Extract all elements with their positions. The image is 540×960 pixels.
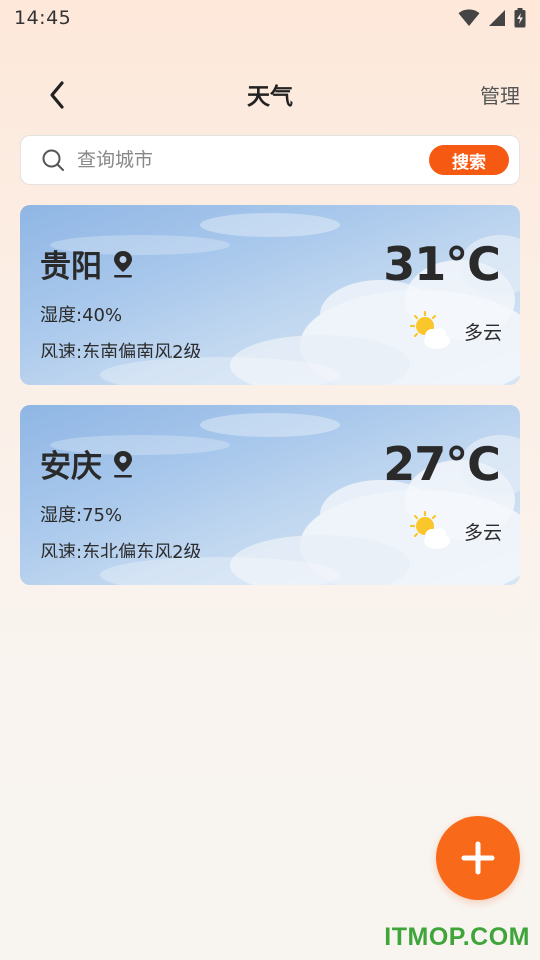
add-city-button[interactable] bbox=[436, 816, 520, 900]
temperature: 31℃ bbox=[383, 237, 501, 291]
wind-speed: 风速: 东北偏东风2级 bbox=[40, 538, 202, 558]
status-bar: 14:45 bbox=[0, 0, 540, 36]
wind-label: 风速: bbox=[40, 342, 83, 358]
humidity: 湿度:75% bbox=[40, 501, 122, 527]
status-time: 14:45 bbox=[14, 7, 72, 29]
weather-condition: 多云 bbox=[409, 511, 502, 551]
partly-cloudy-icon bbox=[409, 511, 450, 549]
location-pin-icon bbox=[114, 250, 132, 277]
plus-icon bbox=[461, 841, 495, 875]
manage-button[interactable]: 管理 bbox=[480, 80, 520, 109]
signal-icon bbox=[489, 10, 505, 26]
search-input[interactable] bbox=[77, 149, 429, 171]
weather-condition: 多云 bbox=[409, 311, 502, 351]
humidity-label: 湿度: bbox=[40, 505, 83, 526]
city-title-row: 安庆 bbox=[40, 441, 136, 486]
chevron-left-icon bbox=[50, 81, 64, 109]
watermark: ITMOP.COM bbox=[384, 923, 530, 951]
city-card[interactable]: 贵阳 湿度:40% 风速: 东南偏南风2级 31℃ 多云 bbox=[20, 205, 520, 385]
page-title: 天气 bbox=[247, 84, 293, 110]
location-pin-icon bbox=[114, 450, 132, 477]
wind-label: 风速: bbox=[40, 542, 83, 558]
humidity: 湿度:40% bbox=[40, 301, 122, 327]
wind-value: 东北偏东风2级 bbox=[82, 542, 202, 558]
humidity-value: 40% bbox=[82, 305, 123, 326]
wind-value: 东南偏南风2级 bbox=[82, 342, 202, 358]
app-header: 天气 管理 bbox=[0, 68, 540, 120]
humidity-value: 75% bbox=[82, 505, 123, 526]
search-icon bbox=[42, 149, 64, 171]
temperature: 27℃ bbox=[383, 437, 501, 491]
humidity-label: 湿度: bbox=[40, 305, 83, 326]
wind-speed: 风速: 东南偏南风2级 bbox=[40, 338, 202, 358]
condition-text: 多云 bbox=[463, 521, 502, 544]
search-button[interactable]: 搜索 bbox=[429, 145, 509, 175]
city-card[interactable]: 安庆 湿度:75% 风速: 东北偏东风2级 27℃ 多云 bbox=[20, 405, 520, 585]
back-button[interactable] bbox=[40, 78, 74, 112]
battery-icon bbox=[514, 8, 526, 28]
partly-cloudy-icon bbox=[409, 311, 450, 349]
sky-background bbox=[50, 213, 520, 385]
city-name: 安庆 bbox=[40, 449, 102, 485]
search-bar: 搜索 bbox=[20, 135, 520, 185]
city-name: 贵阳 bbox=[40, 249, 102, 285]
sky-background bbox=[50, 413, 520, 585]
status-icons bbox=[458, 8, 526, 28]
city-title-row: 贵阳 bbox=[40, 241, 136, 286]
condition-text: 多云 bbox=[463, 321, 502, 344]
wifi-icon bbox=[458, 9, 480, 26]
